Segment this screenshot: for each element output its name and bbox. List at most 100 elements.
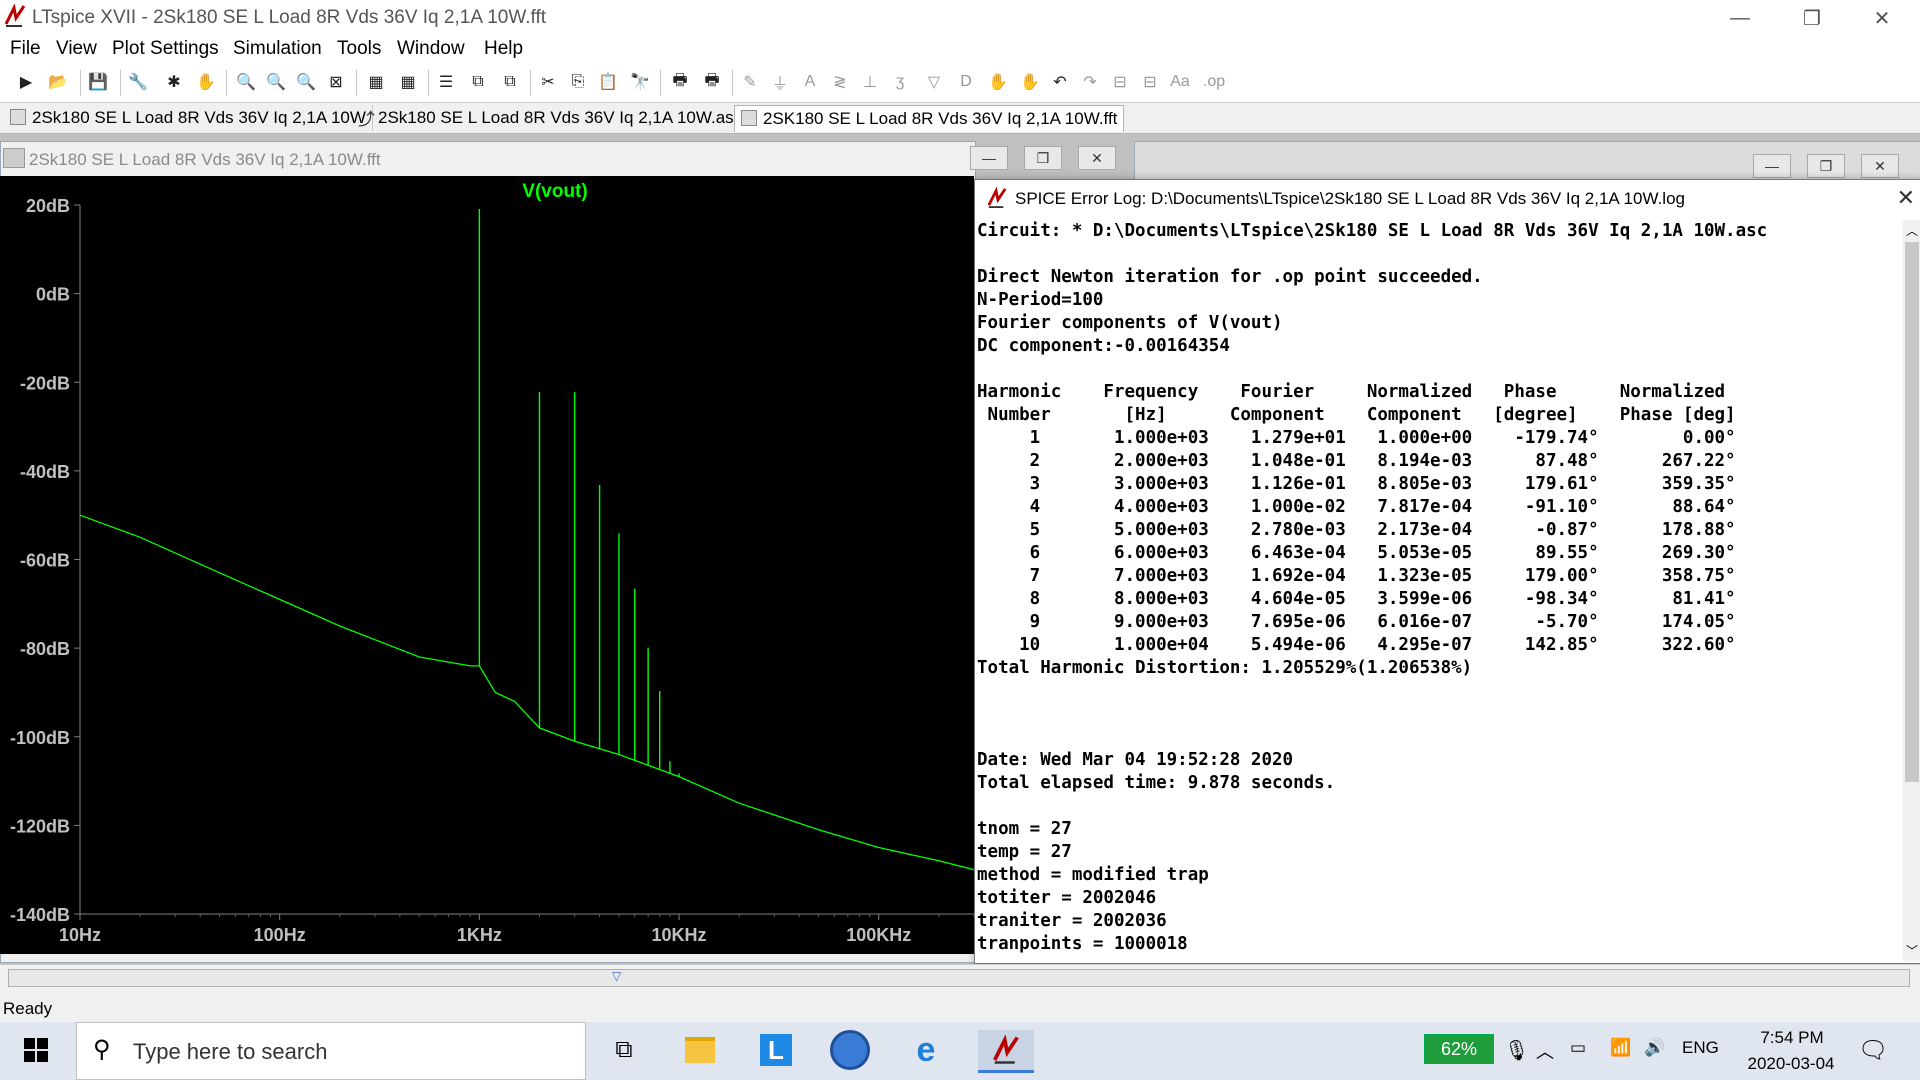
new-schematic-icon[interactable]: ▶ bbox=[14, 70, 38, 94]
menu-plot-settings[interactable]: Plot Settings bbox=[112, 38, 219, 60]
edge-icon[interactable]: e bbox=[906, 1030, 946, 1070]
pen-icon[interactable]: 🎙 bbox=[1504, 1038, 1529, 1063]
text-icon[interactable]: Aa bbox=[1168, 70, 1192, 94]
plot-pane[interactable]: 20dB 0dB -20dB -40dB -60dB -80dB -100dB -120dB -… bbox=[0, 176, 974, 954]
log-stat: traniter = 2002036 bbox=[977, 911, 1167, 931]
menu-window[interactable]: Window bbox=[397, 38, 465, 60]
move-icon[interactable]: ✋ bbox=[986, 70, 1010, 94]
plot-area-icon[interactable]: ▦ bbox=[396, 70, 420, 94]
pan-icon[interactable]: 🔍 bbox=[264, 70, 288, 94]
chevron-up-icon[interactable]: ︿ bbox=[1906, 222, 1918, 239]
paste-icon[interactable]: 📋 bbox=[596, 70, 620, 94]
battery-indicator[interactable]: 62% bbox=[1424, 1034, 1494, 1064]
search-box[interactable]: ⚲ Type here to search bbox=[76, 1022, 586, 1080]
scrollbar-thumb[interactable] bbox=[1905, 242, 1919, 782]
restore-button[interactable]: ❐ bbox=[1782, 0, 1842, 36]
notifications-icon[interactable]: 🗨 bbox=[1858, 1036, 1888, 1065]
log-fourier-title: Fourier components of V(vout) bbox=[977, 313, 1283, 333]
tile-vertical-icon[interactable]: ⧉ bbox=[498, 70, 522, 94]
run-icon[interactable]: ✱ bbox=[162, 70, 186, 94]
file-explorer-icon[interactable] bbox=[680, 1030, 720, 1070]
task-view-icon[interactable]: ⧉ bbox=[604, 1030, 644, 1070]
print-preview-icon[interactable]: 🖶 bbox=[700, 70, 724, 94]
log-scrollbar[interactable]: ︿ ﹀ bbox=[1903, 220, 1920, 961]
tile-horizontal-icon[interactable]: ☰ bbox=[434, 70, 458, 94]
print-icon[interactable]: 🖶 bbox=[668, 70, 692, 94]
windows-start-icon[interactable] bbox=[16, 1030, 56, 1070]
window-title: LTspice XVII - 2Sk180 SE L Load 8R Vds 3… bbox=[32, 7, 547, 28]
language-indicator[interactable]: ENG bbox=[1682, 1038, 1719, 1058]
zoom-in-icon[interactable]: 🔍 bbox=[234, 70, 258, 94]
log-stat: temp = 27 bbox=[977, 842, 1072, 862]
cascade-icon[interactable]: ⧉ bbox=[466, 70, 490, 94]
tab-waveform[interactable]: 2Sk180 SE L Load 8R Vds 36V Iq 2,1A 10W bbox=[4, 105, 373, 131]
label-net-icon[interactable]: A bbox=[798, 70, 822, 94]
draw-wire-icon[interactable]: ✎ bbox=[738, 70, 762, 94]
clock-time[interactable]: 7:54 PM bbox=[1752, 1028, 1832, 1048]
inductor-icon[interactable]: ʒ bbox=[888, 70, 912, 94]
tab-schematic[interactable]: ⤴ 2Sk180 SE L Load 8R Vds 36V Iq 2,1A 10W… bbox=[352, 105, 750, 131]
close-icon[interactable]: ✕ bbox=[1897, 185, 1915, 211]
copy-icon[interactable]: ⎘ bbox=[566, 70, 590, 94]
search-placeholder: Type here to search bbox=[133, 1039, 328, 1064]
menu-simulation[interactable]: Simulation bbox=[233, 38, 322, 60]
menu-help[interactable]: Help bbox=[484, 38, 523, 60]
halt-icon[interactable]: ✋ bbox=[194, 70, 218, 94]
log-elapsed: Total elapsed time: 9.878 seconds. bbox=[977, 773, 1336, 793]
menu-view[interactable]: View bbox=[56, 38, 97, 60]
tab-label: 2Sk180 SE L Load 8R Vds 36V Iq 2,1A 10W.… bbox=[378, 108, 743, 127]
plot-close-button[interactable]: ✕ bbox=[1078, 146, 1116, 170]
browser-icon[interactable] bbox=[830, 1030, 870, 1070]
wifi-icon[interactable]: 📶 bbox=[1610, 1038, 1631, 1058]
volume-icon[interactable]: 🔊 bbox=[1644, 1038, 1665, 1058]
spice-directive-icon[interactable]: .op bbox=[1202, 70, 1226, 94]
cut-icon[interactable]: ✂ bbox=[536, 70, 560, 94]
drag-icon[interactable]: ✋ bbox=[1018, 70, 1042, 94]
open-folder-icon[interactable]: 📂 bbox=[46, 70, 70, 94]
tab-fft[interactable]: 2SK180 SE L Load 8R Vds 36V Iq 2,1A 10W.… bbox=[734, 105, 1125, 132]
horizontal-scrollbar[interactable]: ▽ bbox=[0, 964, 1920, 989]
minimize-button[interactable]: — bbox=[1753, 154, 1791, 178]
spice-error-log-window: SPICE Error Log: D:\Documents\LTspice\2S… bbox=[974, 179, 1920, 964]
control-panel-icon[interactable]: 🔧 bbox=[126, 70, 150, 94]
menu-file[interactable]: File bbox=[10, 38, 41, 60]
undo-icon[interactable]: ↶ bbox=[1048, 70, 1072, 94]
chevron-down-icon[interactable]: ﹀ bbox=[1906, 942, 1918, 959]
menu-tools[interactable]: Tools bbox=[337, 38, 381, 60]
diode-icon[interactable]: ▽ bbox=[922, 70, 946, 94]
capacitor-icon[interactable]: ⊥ bbox=[858, 70, 882, 94]
ltspice-taskbar-icon[interactable]: L bbox=[756, 1030, 796, 1070]
ground-icon[interactable]: ⏚ bbox=[768, 70, 792, 94]
close-button[interactable]: ✕ bbox=[1852, 0, 1912, 36]
resistor-icon[interactable]: ≷ bbox=[828, 70, 852, 94]
chevron-down-icon[interactable]: ▽ bbox=[612, 969, 621, 983]
chevron-up-icon[interactable]: ︿ bbox=[1536, 1038, 1554, 1064]
autorange-icon[interactable]: ▦ bbox=[364, 70, 388, 94]
clock-date[interactable]: 2020-03-04 bbox=[1736, 1054, 1846, 1074]
noise-floor-line bbox=[79, 514, 974, 871]
close-button[interactable]: ✕ bbox=[1861, 154, 1899, 178]
rotate-icon[interactable]: ⊟ bbox=[1108, 70, 1132, 94]
y-tick-label: -60dB bbox=[20, 551, 70, 571]
log-circuit: Circuit: * D:\Documents\LTspice\2Sk180 S… bbox=[977, 221, 1768, 241]
ltspice-active-icon[interactable] bbox=[978, 1030, 1034, 1073]
minimize-button[interactable]: — bbox=[1710, 0, 1770, 36]
plot-window-title: 2Sk180 SE L Load 8R Vds 36V Iq 2,1A 10W.… bbox=[29, 150, 381, 169]
save-icon[interactable]: 💾 bbox=[86, 70, 110, 94]
background-window: — ❐ ✕ bbox=[1134, 141, 1920, 183]
zoom-fit-icon[interactable]: ⊠ bbox=[324, 70, 348, 94]
mirror-icon[interactable]: ⊟ bbox=[1138, 70, 1162, 94]
battery-icon[interactable]: ▭ bbox=[1570, 1038, 1586, 1058]
log-text[interactable]: Circuit: * D:\Documents\LTspice\2Sk180 S… bbox=[977, 220, 1897, 960]
plot-minimize-button[interactable]: — bbox=[970, 146, 1008, 170]
log-window-title: SPICE Error Log: D:\Documents\LTspice\2S… bbox=[1015, 189, 1685, 208]
harmonic-row: 1 1.000e+03 1.279e+01 1.000e+00 -179.74°… bbox=[977, 428, 1736, 448]
component-icon[interactable]: D bbox=[954, 70, 978, 94]
redo-icon[interactable]: ↷ bbox=[1078, 70, 1102, 94]
y-tick-label: -140dB bbox=[10, 905, 70, 925]
maximize-button[interactable]: ❐ bbox=[1807, 154, 1845, 178]
zoom-out-icon[interactable]: 🔍 bbox=[294, 70, 318, 94]
y-tick-label: -20dB bbox=[20, 373, 70, 393]
plot-maximize-button[interactable]: ❐ bbox=[1024, 146, 1062, 170]
find-icon[interactable]: 🔭 bbox=[628, 70, 652, 94]
